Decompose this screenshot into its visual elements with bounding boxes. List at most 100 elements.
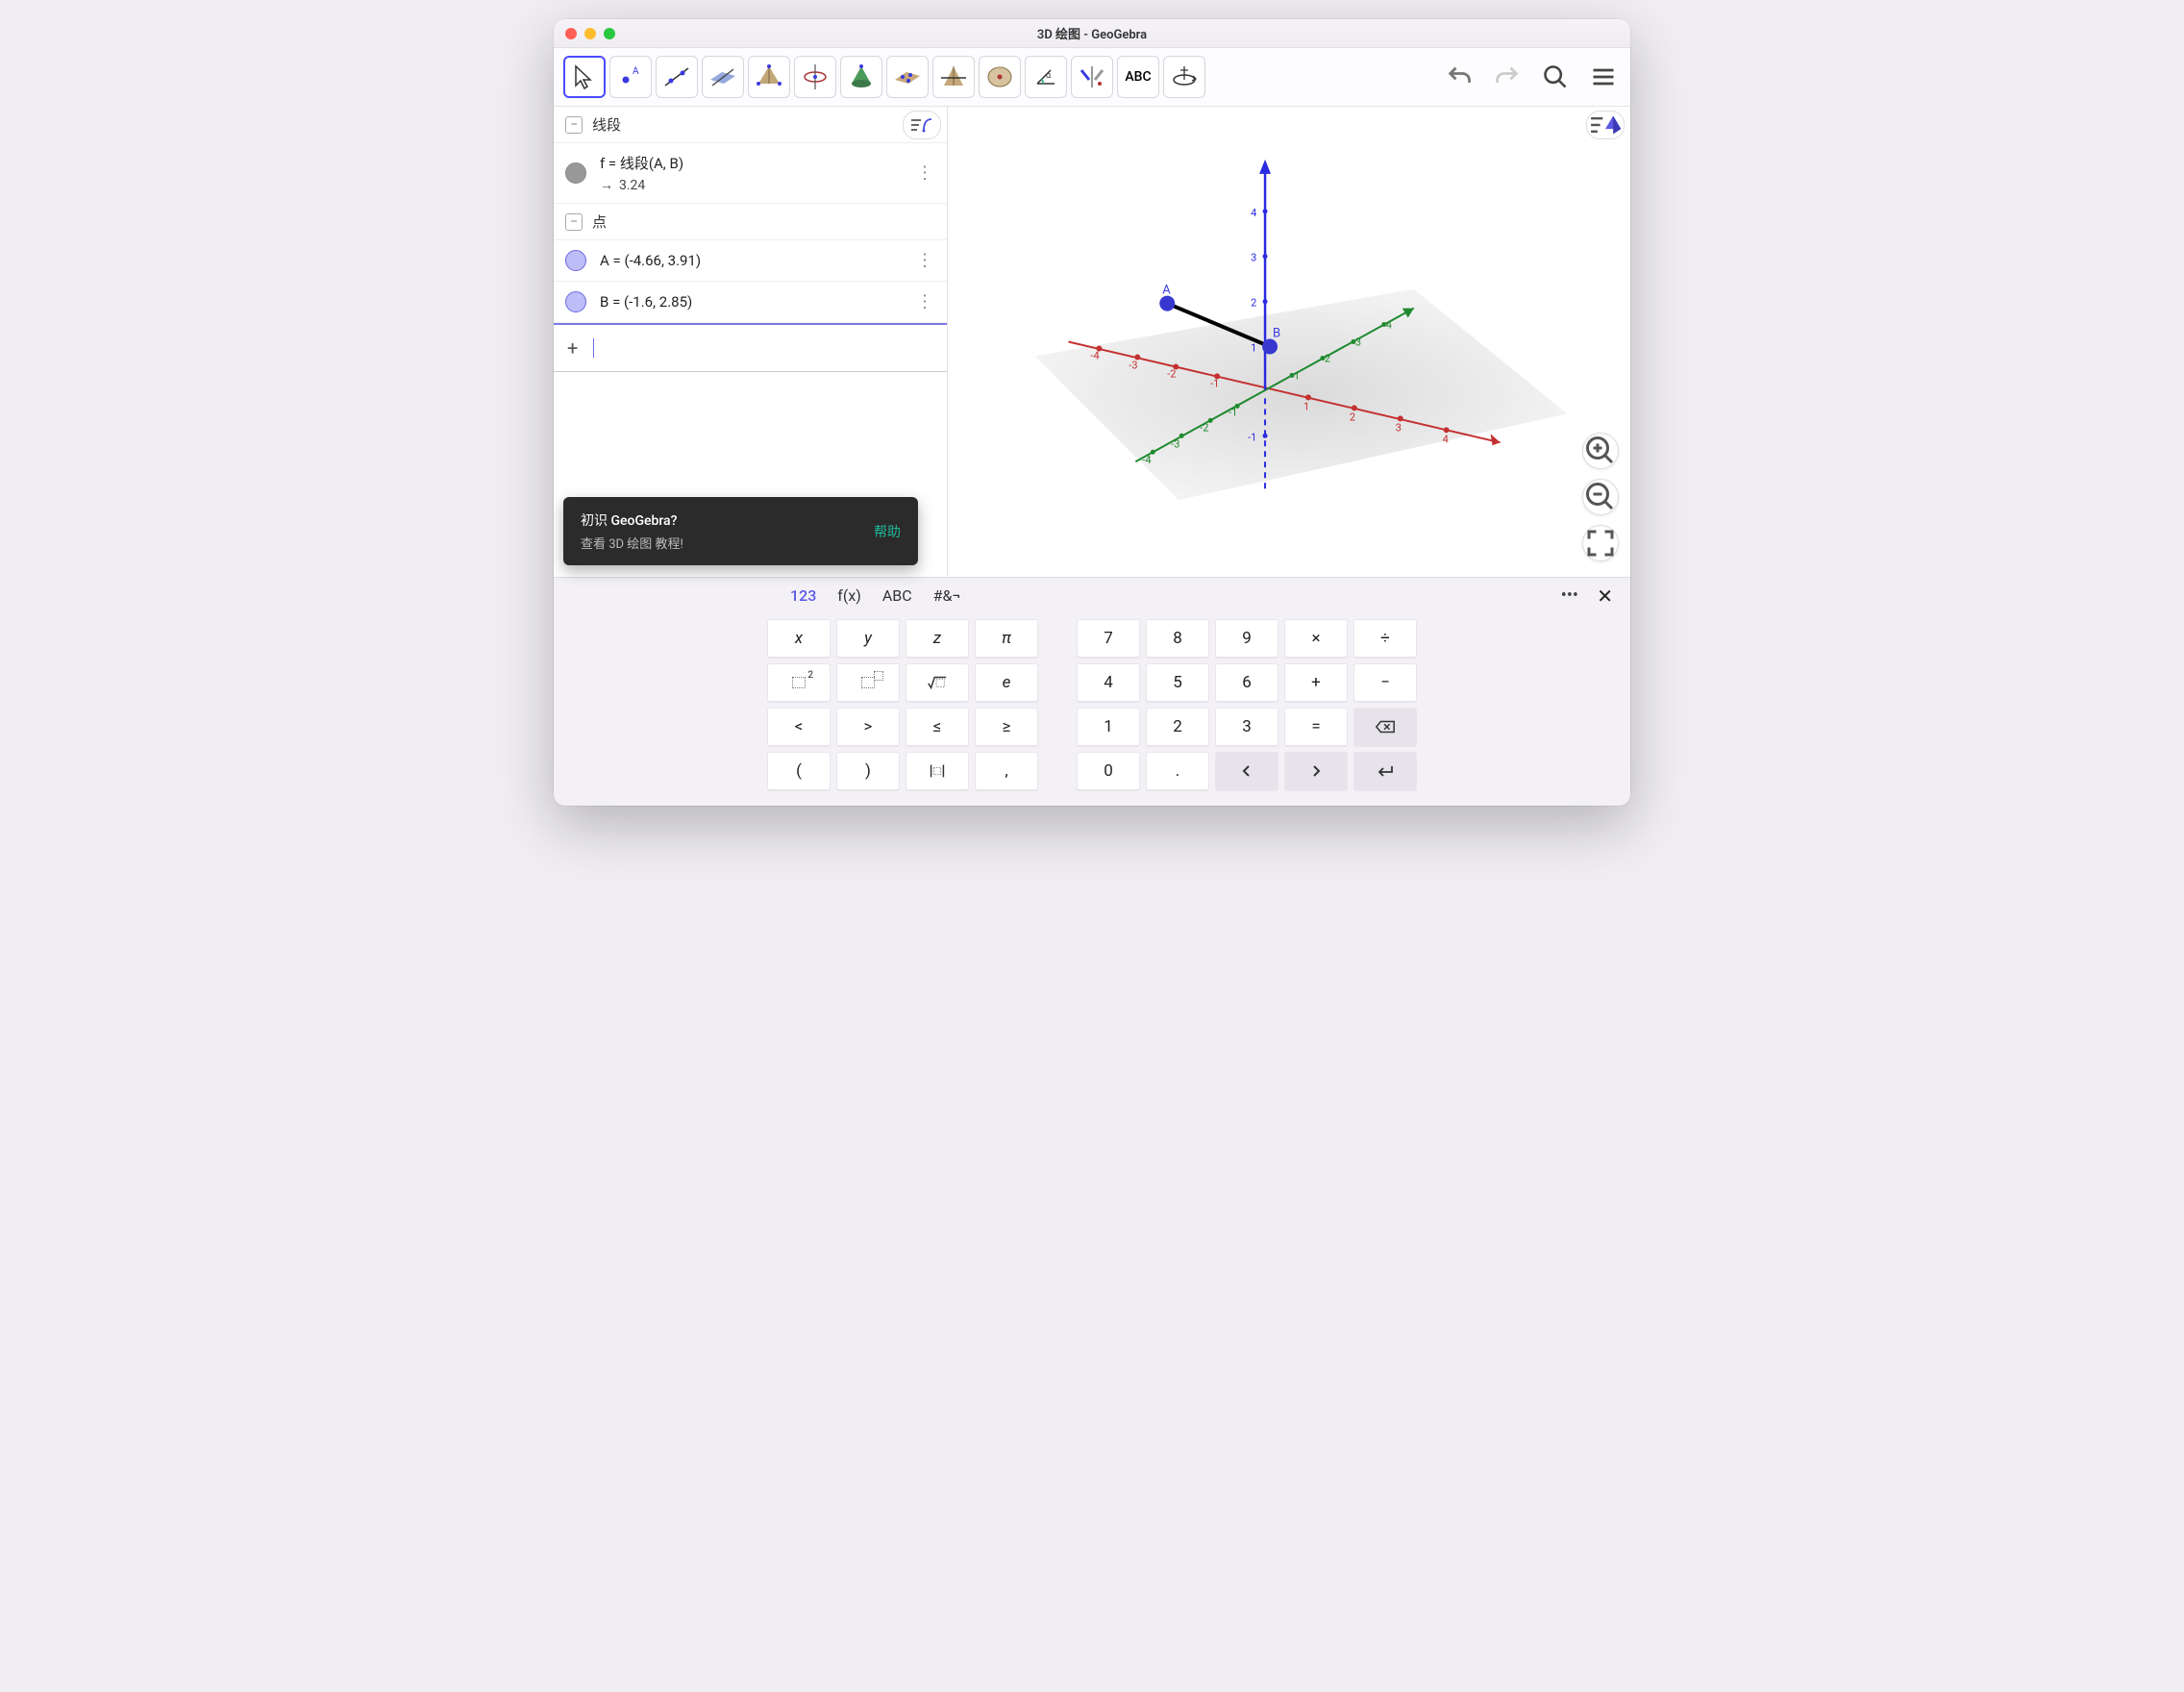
fullscreen-button[interactable] <box>1582 525 1619 561</box>
tool-pyramid[interactable] <box>748 56 790 98</box>
key-pi[interactable]: π <box>975 619 1038 658</box>
section-points-header[interactable]: − 点 <box>554 204 947 240</box>
key-dot[interactable]: . <box>1146 752 1209 790</box>
key-1[interactable]: 1 <box>1077 708 1140 746</box>
tool-sphere[interactable] <box>794 56 836 98</box>
key-gt[interactable]: > <box>836 708 900 746</box>
collapse-icon[interactable]: − <box>565 213 583 231</box>
tool-text[interactable]: ABC <box>1117 56 1159 98</box>
key-e[interactable]: e <box>975 663 1038 702</box>
key-sqrt[interactable] <box>906 663 969 702</box>
visibility-toggle-a[interactable] <box>565 250 586 271</box>
key-z[interactable]: z <box>906 619 969 658</box>
visibility-toggle-f[interactable] <box>565 162 586 184</box>
zoom-in-button[interactable] <box>1582 433 1619 469</box>
algebra-row-f[interactable]: f = 线段(A, B) →3.24 ⋮ <box>554 143 947 204</box>
kb-tab-fx[interactable]: f(x) <box>837 586 861 605</box>
algebra-input-row[interactable]: + <box>554 323 947 372</box>
key-4[interactable]: 4 <box>1077 663 1140 702</box>
key-3[interactable]: 3 <box>1215 708 1278 746</box>
tool-line[interactable] <box>656 56 698 98</box>
key-lparen[interactable]: ( <box>767 752 831 790</box>
tool-move[interactable] <box>563 56 606 98</box>
tool-intersect[interactable] <box>932 56 975 98</box>
key-minus[interactable]: − <box>1353 663 1417 702</box>
section-segment-header[interactable]: − 线段 <box>554 107 947 143</box>
key-power[interactable] <box>836 663 900 702</box>
key-abs[interactable] <box>906 752 969 790</box>
tool-rotate-view[interactable] <box>1163 56 1205 98</box>
key-enter[interactable] <box>1353 752 1417 790</box>
key-left[interactable] <box>1215 752 1278 790</box>
menu-button[interactable] <box>1586 60 1621 94</box>
graphics-style-button[interactable] <box>1586 111 1625 139</box>
key-9[interactable]: 9 <box>1215 619 1278 658</box>
key-mul[interactable]: × <box>1284 619 1348 658</box>
key-rparen[interactable]: ) <box>836 752 900 790</box>
kb-tab-abc[interactable]: ABC <box>882 586 912 605</box>
key-0[interactable]: 0 <box>1077 752 1140 790</box>
kb-tab-sym[interactable]: #&¬ <box>933 586 961 605</box>
point-a-marker[interactable] <box>1159 296 1175 311</box>
key-x[interactable]: x <box>767 619 831 658</box>
key-plus[interactable]: + <box>1284 663 1348 702</box>
window-maximize-button[interactable] <box>604 28 615 39</box>
tool-cone[interactable] <box>840 56 882 98</box>
visibility-toggle-b[interactable] <box>565 291 586 312</box>
help-toast-title: 初识 GeoGebra? <box>581 510 683 530</box>
svg-text:-2: -2 <box>1200 421 1208 434</box>
main-body: − 线段 f = 线段(A, B) →3.24 ⋮ − 点 <box>554 106 1630 577</box>
section-segment-label: 线段 <box>592 114 621 135</box>
key-6[interactable]: 6 <box>1215 663 1278 702</box>
tool-circle[interactable] <box>979 56 1021 98</box>
key-5[interactable]: 5 <box>1146 663 1209 702</box>
point-b-marker[interactable] <box>1262 339 1278 355</box>
graphics-3d-canvas[interactable]: -4 -3 -2 -1 1 2 3 4 -4 -3 <box>948 107 1630 577</box>
redo-button[interactable] <box>1490 60 1525 94</box>
row-menu-f[interactable]: ⋮ <box>916 163 933 184</box>
key-ge[interactable]: ≥ <box>975 708 1038 746</box>
key-y[interactable]: y <box>836 619 900 658</box>
kb-more-button[interactable]: ••• <box>1561 585 1578 606</box>
zoom-out-button[interactable] <box>1582 479 1619 515</box>
keyboard-tabs: 123 f(x) ABC #&¬ ••• ✕ <box>554 578 1630 611</box>
key-le[interactable]: ≤ <box>906 708 969 746</box>
key-lt[interactable]: < <box>767 708 831 746</box>
key-div[interactable]: ÷ <box>1353 619 1417 658</box>
window-minimize-button[interactable] <box>584 28 596 39</box>
help-toast-link[interactable]: 帮助 <box>874 522 901 541</box>
tool-angle[interactable]: α <box>1025 56 1067 98</box>
kb-close-button[interactable]: ✕ <box>1597 585 1613 608</box>
row-menu-a[interactable]: ⋮ <box>916 251 933 271</box>
algebra-sort-button[interactable] <box>903 111 941 139</box>
kb-tab-123[interactable]: 123 <box>790 586 816 605</box>
traffic-lights <box>565 28 615 39</box>
tool-plane[interactable] <box>702 56 744 98</box>
graphics-3d-view[interactable]: -4 -3 -2 -1 1 2 3 4 -4 -3 <box>948 107 1630 577</box>
help-toast-subtitle: 查看 3D 绘图 教程! <box>581 534 683 552</box>
key-square[interactable] <box>767 663 831 702</box>
algebra-row-a[interactable]: A = (-4.66, 3.91) ⋮ <box>554 240 947 282</box>
svg-text:-3: -3 <box>1129 359 1137 371</box>
key-comma[interactable]: , <box>975 752 1038 790</box>
key-2[interactable]: 2 <box>1146 708 1209 746</box>
row-menu-b[interactable]: ⋮ <box>916 292 933 312</box>
svg-text:4: 4 <box>1386 319 1392 332</box>
key-8[interactable]: 8 <box>1146 619 1209 658</box>
search-button[interactable] <box>1538 60 1573 94</box>
window-close-button[interactable] <box>565 28 577 39</box>
key-eq[interactable]: = <box>1284 708 1348 746</box>
svg-text:-3: -3 <box>1171 437 1179 450</box>
collapse-icon[interactable]: − <box>565 116 583 134</box>
key-7[interactable]: 7 <box>1077 619 1140 658</box>
undo-button[interactable] <box>1442 60 1477 94</box>
algebra-row-b[interactable]: B = (-1.6, 2.85) ⋮ <box>554 282 947 323</box>
key-backspace[interactable] <box>1353 708 1417 746</box>
expr-b: B = (-1.6, 2.85) <box>600 293 692 311</box>
svg-text:-2: -2 <box>1167 367 1176 380</box>
key-right[interactable] <box>1284 752 1348 790</box>
tool-plane3pt[interactable] <box>886 56 929 98</box>
input-caret <box>593 338 594 358</box>
tool-reflect[interactable] <box>1071 56 1113 98</box>
tool-point[interactable]: A <box>609 56 652 98</box>
